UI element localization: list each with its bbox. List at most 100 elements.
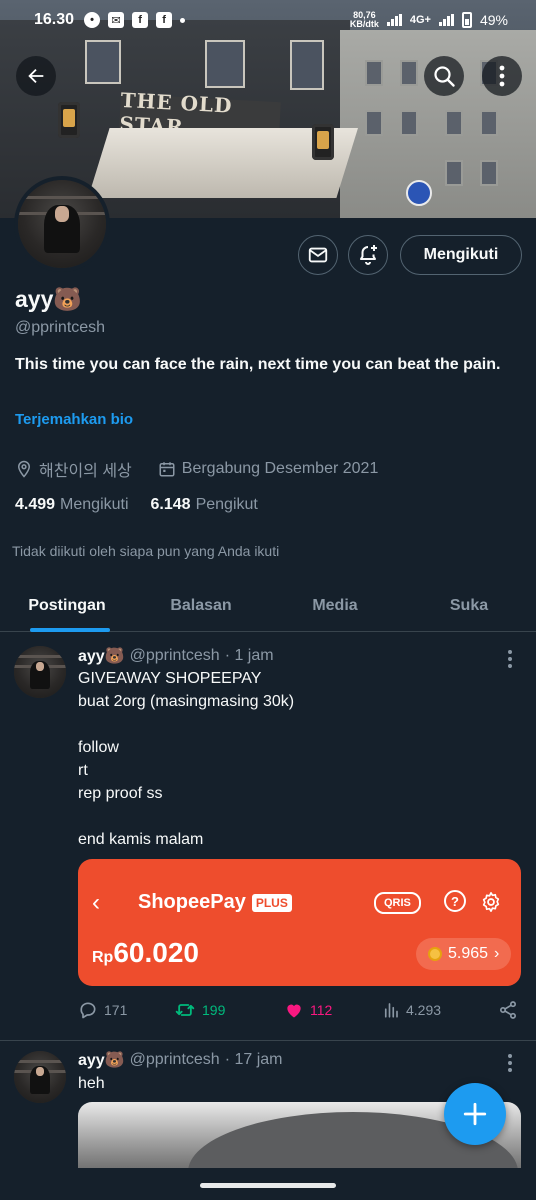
banner-window: [445, 110, 463, 136]
tweet-author-avatar[interactable]: [14, 646, 66, 698]
banner-window: [480, 110, 498, 136]
status-bar: 16.30 • ✉ f f 80,76 KB/dtk 4G+ 49%: [0, 0, 536, 40]
translate-bio-link[interactable]: Terjemahkan bio: [15, 411, 133, 428]
help-icon: ?: [444, 890, 466, 912]
shopeepay-plus-badge: PLUS: [251, 893, 292, 912]
banner-road-sign: [406, 180, 432, 206]
tweet-author-avatar[interactable]: [14, 1051, 66, 1103]
compose-tweet-button[interactable]: [444, 1083, 506, 1145]
tweet-text-line: GIVEAWAY SHOPEEPAY: [78, 670, 262, 687]
reply-button[interactable]: 171: [78, 1000, 174, 1020]
views-button[interactable]: 4.293: [382, 1001, 492, 1019]
search-icon: [434, 66, 455, 87]
following-count: 4.499: [15, 496, 56, 513]
tweet-author-handle[interactable]: @pprintcesh: [130, 647, 220, 665]
facebook-icon: f: [132, 12, 149, 28]
profile-handle: @pprintcesh: [15, 319, 106, 336]
following-label: Mengikuti: [60, 496, 129, 513]
network-speed: 80,76 KB/dtk: [350, 11, 379, 29]
profile-bio: This time you can face the rain, next ti…: [15, 356, 501, 373]
like-count: 112: [310, 1002, 333, 1018]
tweet-text-line: follow: [78, 739, 119, 756]
retweet-count: 199: [202, 1002, 226, 1018]
retweet-icon: [175, 1004, 195, 1016]
tab-likes[interactable]: Suka: [402, 580, 536, 631]
more-vertical-icon: [499, 65, 505, 87]
profile-joined-date: Bergabung Desember 2021: [181, 460, 379, 477]
arrow-left-icon: [28, 68, 44, 84]
tweet-text-line: rt: [78, 762, 88, 779]
chevron-left-icon: ‹: [92, 889, 100, 916]
banner-window: [365, 110, 383, 136]
banner-window: [205, 40, 245, 88]
followers-count-link[interactable]: 6.148 Pengikut: [151, 496, 258, 514]
battery-icon: [461, 12, 472, 28]
tweet-header: ayy🐻 @pprintcesh · 1 jam: [78, 646, 274, 666]
facebook-icon: f: [156, 12, 173, 28]
mail-icon: ✉: [108, 12, 125, 28]
battery-level: 49%: [479, 12, 508, 28]
tweet-author-handle[interactable]: @pprintcesh: [130, 1051, 220, 1069]
tweet-divider: [0, 1040, 536, 1041]
calendar-icon: [159, 462, 175, 477]
followers-count: 6.148: [150, 496, 191, 513]
share-icon: [500, 1001, 516, 1019]
tweet-more-button[interactable]: [504, 1054, 516, 1072]
shopeepay-balance: Rp 60.020: [92, 937, 199, 969]
tweet-timestamp[interactable]: · 17 jam: [225, 1051, 283, 1069]
heart-filled-icon: [287, 1004, 301, 1018]
chevron-right-icon: ›: [494, 945, 500, 962]
tab-posts[interactable]: Postingan: [0, 580, 134, 632]
more-options-button[interactable]: [482, 56, 522, 96]
avatar-image: [18, 180, 106, 268]
banner-window: [85, 40, 121, 84]
following-count-link[interactable]: 4.499 Mengikuti: [15, 496, 129, 514]
share-button[interactable]: [498, 1000, 518, 1020]
navigation-bar: [0, 1168, 536, 1200]
banner-lamp: [312, 124, 334, 160]
tweet-text: heh: [78, 1072, 105, 1095]
views-count: 4.293: [406, 1002, 442, 1018]
tweet-actions: 171 199 112 4.293: [78, 1000, 518, 1020]
tweet-text-line: [78, 805, 294, 828]
signal-icon: [386, 14, 402, 26]
following-button[interactable]: Mengikuti: [400, 235, 522, 275]
tweet-text-line: buat 2org (masingmasing 30k): [78, 693, 295, 710]
tweet-author-name[interactable]: ayy🐻: [78, 646, 125, 666]
search-button[interactable]: [424, 56, 464, 96]
plus-icon: [463, 1102, 487, 1126]
tweet-media-image[interactable]: ‹ ShopeePay PLUS QRIS ? Rp 60.020 5.965 …: [78, 859, 521, 986]
status-time: 16.30: [34, 11, 75, 28]
balance-amount: 60.020: [113, 937, 199, 968]
profile-name: ayy🐻: [15, 286, 83, 312]
message-button[interactable]: [298, 235, 338, 275]
mutual-followers-text: Tidak diikuti oleh siapa pun yang Anda i…: [12, 543, 280, 559]
tab-media[interactable]: Media: [268, 580, 402, 631]
like-button[interactable]: 112: [284, 1000, 382, 1020]
qris-icon: QRIS: [374, 892, 421, 914]
envelope-icon: [308, 247, 328, 263]
home-indicator[interactable]: [200, 1183, 336, 1188]
profile-tabs: Postingan Balasan Media Suka: [0, 580, 536, 632]
tweet-timestamp[interactable]: · 1 jam: [225, 647, 274, 665]
tweet-text-line: rep proof ss: [78, 785, 163, 802]
views-bar-chart-icon: [384, 1003, 398, 1018]
location-pin-icon: [17, 460, 31, 478]
tab-replies[interactable]: Balasan: [134, 580, 268, 631]
tweet-text-line: end kamis malam: [78, 831, 204, 848]
tweet-author-name[interactable]: ayy🐻: [78, 1050, 125, 1070]
banner-window: [480, 160, 498, 186]
tweet-text: GIVEAWAY SHOPEEPAY buat 2org (masingmasi…: [78, 667, 294, 851]
retweet-button[interactable]: 199: [174, 1000, 284, 1020]
tweet-text-line: [78, 713, 294, 736]
shopeepay-brand-text: ShopeePay: [138, 891, 246, 913]
banner-window: [445, 160, 463, 186]
back-button[interactable]: [16, 56, 56, 96]
followers-label: Pengikut: [195, 496, 258, 513]
banner-window: [365, 60, 383, 86]
profile-avatar[interactable]: [14, 176, 110, 272]
shopeepay-logo: ShopeePay PLUS: [138, 891, 292, 914]
tweet-more-button[interactable]: [504, 650, 516, 668]
network-speed-unit: KB/dtk: [349, 19, 379, 29]
notification-subscribe-button[interactable]: [348, 235, 388, 275]
